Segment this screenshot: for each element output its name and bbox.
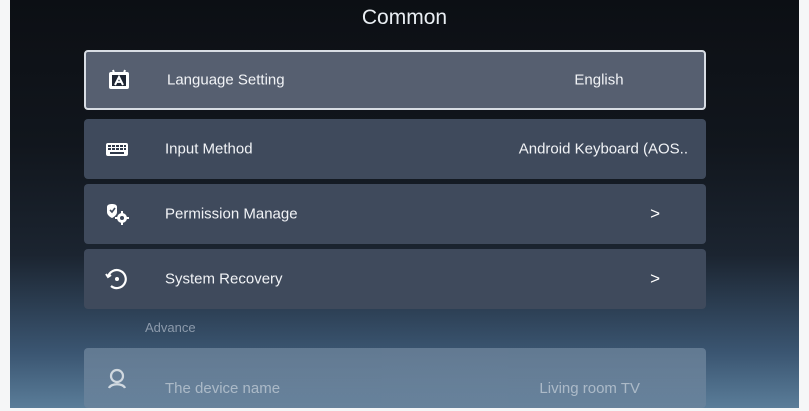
left-edge (0, 0, 10, 411)
menu-item-label: Permission Manage (165, 205, 298, 223)
menu-item-label: Input Method (165, 140, 253, 158)
chevron-right-icon: > (650, 204, 660, 223)
menu-item-value: Android Keyboard (AOS.. (518, 140, 688, 158)
menu-item-device-name[interactable]: The device name Living room TV (84, 348, 706, 408)
menu-item-language-setting[interactable]: Language Setting English (84, 50, 706, 110)
tv-settings-screen: Common Language Setting English Input Me… (0, 0, 809, 411)
menu-item-system-recovery[interactable]: System Recovery > (84, 249, 706, 309)
menu-item-label: Language Setting (167, 71, 285, 89)
menu-item-value: English (574, 71, 624, 89)
menu-item-label: The device name (165, 380, 281, 397)
menu-item-label: System Recovery (165, 270, 283, 288)
menu-item-value: Living room TV (539, 380, 640, 397)
recovery-icon (104, 266, 130, 292)
menu-item-input-method[interactable]: Input Method Android Keyboard (AOS.. (84, 119, 706, 179)
device-name-icon (104, 366, 130, 392)
permission-gear-icon (104, 201, 130, 227)
chevron-right-icon: > (650, 269, 660, 288)
page-title: Common (361, 6, 448, 29)
right-edge (799, 0, 809, 411)
menu-item-permission-manage[interactable]: Permission Manage > (84, 184, 706, 244)
advance-section-label: Advance (145, 320, 196, 335)
keyboard-icon (104, 136, 130, 162)
language-icon (106, 67, 132, 93)
